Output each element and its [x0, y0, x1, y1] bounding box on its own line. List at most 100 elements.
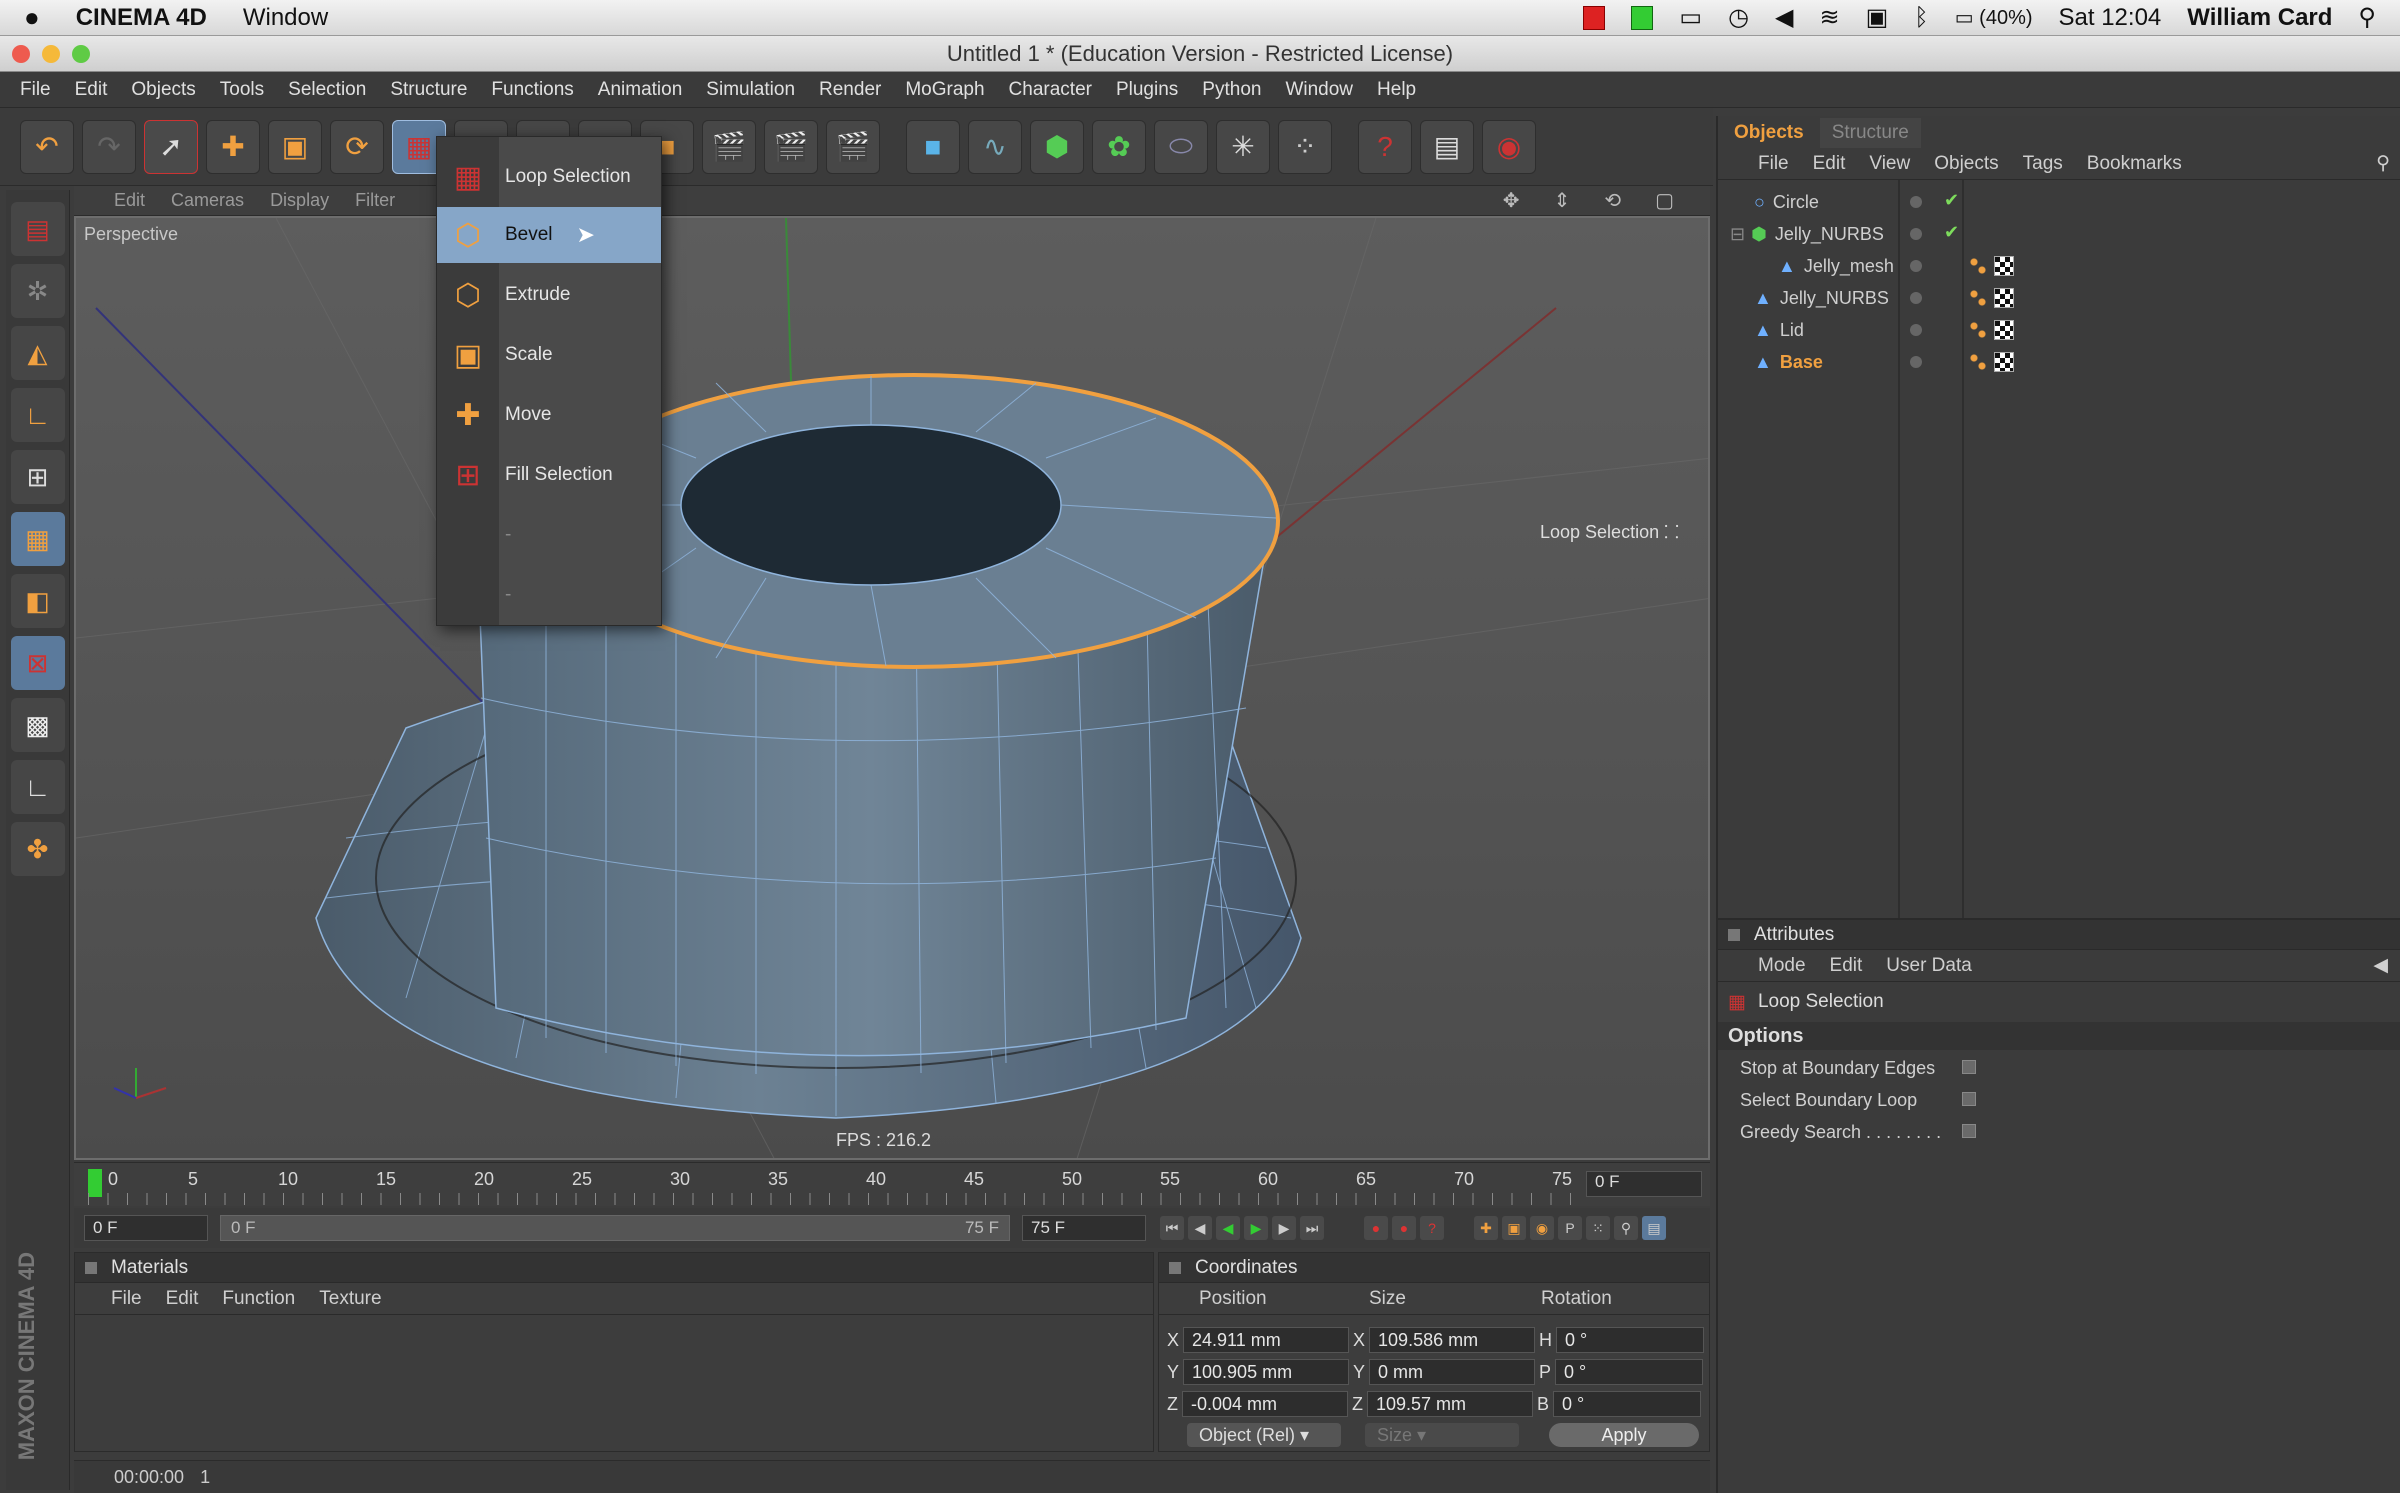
- close-window-button[interactable]: [12, 45, 30, 63]
- menu-functions[interactable]: Functions: [491, 79, 573, 101]
- zoom-window-button[interactable]: [72, 45, 90, 63]
- user-name[interactable]: William Card: [2187, 4, 2332, 32]
- viewport-menu-filter[interactable]: Filter: [355, 190, 395, 211]
- menu-render[interactable]: Render: [819, 79, 881, 101]
- menu-animation[interactable]: Animation: [598, 79, 683, 101]
- object-row-jelly-nurbs[interactable]: ⊟ ⬢ Jelly_NURBS: [1730, 218, 1884, 250]
- materials-menu-function[interactable]: Function: [222, 1288, 295, 1310]
- object-row-circle[interactable]: ○ Circle: [1754, 186, 1819, 218]
- scale-tool-icon[interactable]: ▣: [268, 119, 322, 174]
- position-y-field[interactable]: 100.905 mm: [1183, 1359, 1350, 1385]
- objects-menu-view[interactable]: View: [1869, 153, 1910, 175]
- move-tool-icon[interactable]: ✚: [206, 119, 260, 174]
- record-icon[interactable]: ●: [1364, 1216, 1388, 1240]
- time-machine-icon[interactable]: ◷: [1728, 3, 1749, 32]
- phong-tag-icon[interactable]: [1968, 288, 1988, 308]
- materials-menu-file[interactable]: File: [111, 1288, 142, 1310]
- frame-range-slider[interactable]: 0 F 75 F: [220, 1215, 1010, 1241]
- popup-bevel[interactable]: ⬡ Bevel ➤: [437, 207, 661, 263]
- size-mode-dropdown[interactable]: Size ▾: [1365, 1423, 1519, 1447]
- make-editable-icon[interactable]: ▤: [10, 202, 65, 256]
- rotation-h-field[interactable]: 0 °: [1556, 1327, 1705, 1353]
- end-frame-field[interactable]: 75 F: [1022, 1215, 1146, 1241]
- timeline-ruler[interactable]: 0 5 10 15 20 25 30 35 40 45 50 55 60 65 …: [74, 1162, 1710, 1206]
- collapse-toggle-icon[interactable]: ⊟: [1730, 224, 1745, 245]
- key-parameter-icon[interactable]: P: [1558, 1216, 1582, 1240]
- apply-button[interactable]: Apply: [1549, 1423, 1699, 1447]
- key-scale-icon[interactable]: ▣: [1502, 1216, 1526, 1240]
- key-position-icon[interactable]: ✚: [1474, 1216, 1498, 1240]
- object-row-jelly-nurbs-2[interactable]: ▲ Jelly_NURBS: [1754, 282, 1889, 314]
- select-boundary-loop-checkbox[interactable]: [1962, 1092, 1976, 1106]
- green-status-icon[interactable]: [1631, 5, 1654, 30]
- viewport-move-icon[interactable]: ✥: [1503, 188, 1520, 213]
- scheme-icon[interactable]: ⚲: [1614, 1216, 1638, 1240]
- render-settings-icon[interactable]: 🎬: [826, 119, 880, 174]
- edges-mode-icon[interactable]: ▦: [10, 512, 65, 566]
- volume-icon[interactable]: ◀: [1775, 3, 1793, 32]
- menu-selection[interactable]: Selection: [288, 79, 366, 101]
- points-mode-icon[interactable]: ⊞: [10, 450, 65, 504]
- scene-icon[interactable]: ✳: [1216, 119, 1270, 174]
- polygons-mode-icon[interactable]: ◧: [10, 574, 65, 628]
- spline-pen-icon[interactable]: ∿: [968, 119, 1022, 174]
- viewport-menu-edit[interactable]: Edit: [114, 190, 145, 211]
- viewport-menu-display[interactable]: Display: [270, 190, 329, 211]
- coordinate-mode-dropdown[interactable]: Object (Rel) ▾: [1187, 1423, 1341, 1447]
- tab-structure[interactable]: Structure: [1819, 118, 1921, 148]
- materials-menu-edit[interactable]: Edit: [166, 1288, 199, 1310]
- app-menu[interactable]: CINEMA 4D: [76, 4, 207, 32]
- start-frame-field[interactable]: 0 F: [84, 1215, 208, 1241]
- size-x-field[interactable]: 109.586 mm: [1369, 1327, 1536, 1353]
- position-x-field[interactable]: 24.911 mm: [1183, 1327, 1350, 1353]
- battery-status[interactable]: ▭ (40%): [1955, 5, 2033, 30]
- layout-icon[interactable]: ▤: [1420, 119, 1474, 174]
- menu-objects[interactable]: Objects: [131, 79, 195, 101]
- greedy-search-checkbox[interactable]: [1962, 1124, 1976, 1138]
- menu-file[interactable]: File: [20, 79, 51, 101]
- red-status-icon[interactable]: [1583, 5, 1606, 30]
- popup-empty-slot[interactable]: -: [437, 507, 661, 563]
- snap-icon[interactable]: ✤: [10, 822, 65, 876]
- enabled-check-icon[interactable]: ✔: [1944, 222, 1959, 243]
- keyboard-icon[interactable]: ▣: [1866, 3, 1889, 32]
- cube-object-icon[interactable]: ■: [906, 119, 960, 174]
- model-mode-icon[interactable]: ✲: [10, 264, 65, 318]
- live-selection-icon[interactable]: ➚: [144, 119, 198, 174]
- bluetooth-icon[interactable]: ᛒ: [1914, 4, 1928, 32]
- array-icon[interactable]: ✿: [1092, 119, 1146, 174]
- texture-mode-icon[interactable]: ◭: [10, 326, 65, 380]
- popup-empty-slot[interactable]: -: [437, 567, 661, 623]
- popup-scale[interactable]: ▣ Scale: [437, 327, 661, 383]
- menu-help[interactable]: Help: [1377, 79, 1416, 101]
- material-tag-icon[interactable]: [1994, 288, 2014, 308]
- menu-structure[interactable]: Structure: [390, 79, 467, 101]
- minimize-window-button[interactable]: [42, 45, 60, 63]
- object-row-base[interactable]: ▲ Base: [1754, 346, 1823, 378]
- popup-fill-selection[interactable]: ⊞ Fill Selection: [437, 447, 661, 503]
- popup-extrude[interactable]: ⬡ Extrude: [437, 267, 661, 323]
- popup-loop-selection[interactable]: ▦ Loop Selection: [437, 149, 661, 205]
- clock[interactable]: Sat 12:04: [2059, 4, 2162, 32]
- objects-menu-tags[interactable]: Tags: [2023, 153, 2063, 175]
- rotate-tool-icon[interactable]: ⟳: [330, 119, 384, 174]
- render-picture-viewer-icon[interactable]: 🎬: [764, 119, 818, 174]
- phong-tag-icon[interactable]: [1968, 256, 1988, 276]
- camera-icon[interactable]: ⁘: [1278, 119, 1332, 174]
- key-point-level-icon[interactable]: ⁙: [1586, 1216, 1610, 1240]
- window-menu[interactable]: Window: [243, 4, 328, 32]
- menu-python[interactable]: Python: [1202, 79, 1261, 101]
- help-icon[interactable]: ?: [1358, 119, 1412, 174]
- attributes-menu-mode[interactable]: Mode: [1758, 955, 1806, 977]
- viewport-menu-cameras[interactable]: Cameras: [171, 190, 244, 211]
- attributes-menu-edit[interactable]: Edit: [1830, 955, 1863, 977]
- rotation-b-field[interactable]: 0 °: [1553, 1391, 1702, 1417]
- uv-mode-icon[interactable]: ⊠: [10, 636, 65, 690]
- phong-tag-icon[interactable]: [1968, 352, 1988, 372]
- display-icon[interactable]: ▭: [1679, 3, 1702, 32]
- viewport-maximize-icon[interactable]: ▢: [1655, 188, 1674, 213]
- workplane-icon[interactable]: ∟: [10, 760, 65, 814]
- material-tag-icon[interactable]: [1994, 320, 2014, 340]
- timeline-window-icon[interactable]: ▤: [1642, 1216, 1666, 1240]
- objects-menu-edit[interactable]: Edit: [1813, 153, 1846, 175]
